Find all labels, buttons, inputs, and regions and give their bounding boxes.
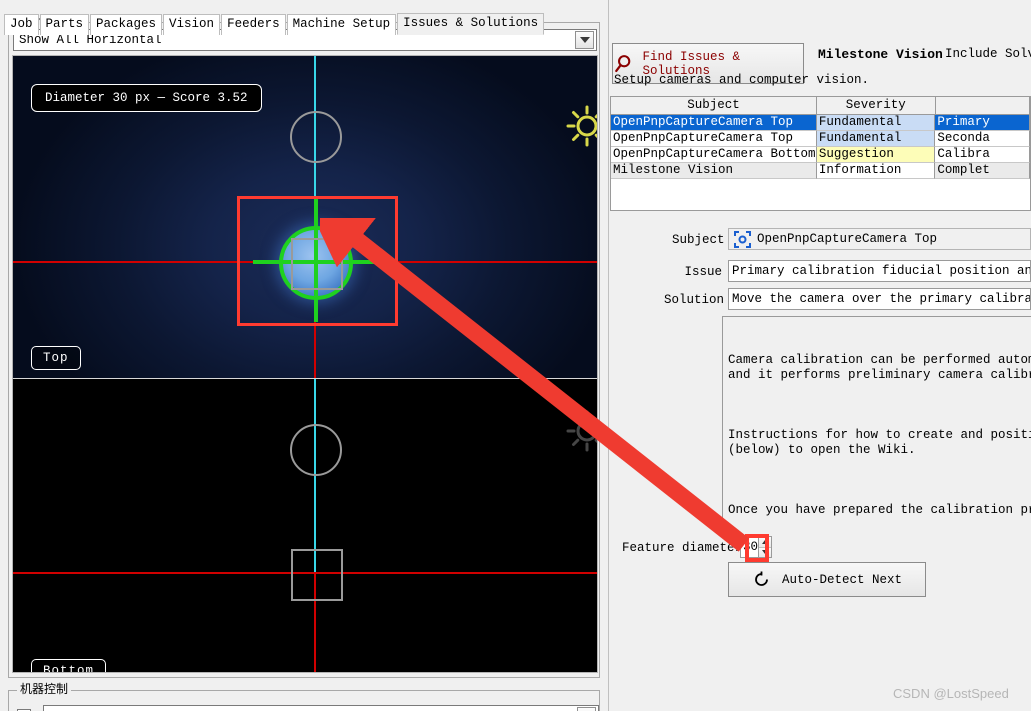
chevron-down-icon	[579, 37, 590, 43]
machine-control-select-button[interactable]	[577, 707, 596, 711]
cell-third: Seconda	[935, 131, 1030, 147]
app-window: Cameras Show All Horizontal	[0, 0, 1031, 711]
table-row[interactable]: OpenPnpCaptureCamera Bottom Suggestion C…	[611, 147, 1030, 163]
camera-viewfinder-icon	[734, 230, 751, 248]
sun-on-icon[interactable]	[565, 104, 597, 148]
tab-issues-and-solutions-label: Issues & Solutions	[403, 16, 539, 30]
table-row[interactable]: OpenPnpCaptureCamera Top Fundamental Pri…	[611, 115, 1030, 131]
watermark: CSDN @LostSpeed	[893, 686, 1009, 701]
camera-viewport-stack[interactable]: Diameter 30 px — Score 3.52 Top Bottom	[12, 55, 598, 673]
tab-vision[interactable]: Vision	[163, 14, 221, 35]
subject-field-label: Subject	[672, 233, 725, 247]
cell-subject: OpenPnpCaptureCamera Top	[611, 115, 817, 131]
milestone-title: Milestone Vision	[818, 47, 943, 62]
desc-p2-l2: (below) to open the Wiki.	[728, 443, 916, 457]
desc-p1-l2: and it performs preliminary camera calib…	[728, 368, 1031, 382]
issues-table[interactable]: Subject Severity OpenPnpCaptureCamera To…	[610, 96, 1031, 211]
issue-field-label: Issue	[684, 265, 722, 279]
nozzle-ring-outline	[290, 111, 342, 163]
cell-subject: OpenPnpCaptureCamera Top	[611, 131, 817, 147]
cell-severity: Fundamental	[816, 131, 936, 147]
subject-field-value: OpenPnpCaptureCamera Top	[757, 232, 938, 246]
cell-third: Calibra	[935, 147, 1030, 163]
column-header-third[interactable]	[936, 97, 1030, 114]
cell-third: Primary	[935, 115, 1030, 131]
include-solved-label[interactable]: Include Solved	[945, 47, 1031, 61]
tab-feeders-label: Feeders	[227, 17, 280, 31]
cell-subject: OpenPnpCaptureCamera Bottom	[611, 147, 817, 163]
tab-machine-setup[interactable]: Machine Setup	[286, 14, 397, 35]
cell-severity: Suggestion	[816, 147, 936, 163]
cell-third: Complet	[935, 163, 1030, 179]
description-paragraph-2: Instructions for how to create and posit…	[728, 428, 1031, 458]
cell-severity: Fundamental	[816, 115, 936, 131]
description-paragraph-3: Once you have prepared the calibration p…	[728, 503, 1031, 518]
issue-field[interactable]: Primary calibration fiducial position an…	[728, 260, 1031, 282]
column-header-severity[interactable]: Severity	[817, 97, 936, 114]
desc-p2-l1: Instructions for how to create and posit…	[728, 428, 1031, 442]
auto-detect-next-label: Auto-Detect Next	[781, 572, 903, 587]
left-panel: Cameras Show All Horizontal	[0, 0, 608, 711]
sun-off-icon[interactable]	[565, 409, 597, 453]
auto-detect-next-button[interactable]: Auto-Detect Next	[728, 562, 926, 597]
tab-packages-label: Packages	[96, 17, 157, 31]
cell-severity: Information	[816, 163, 936, 179]
nozzle-ring-outline-bottom	[290, 424, 342, 476]
tab-packages[interactable]: Packages	[90, 14, 163, 35]
desc-p1-l1: Camera calibration can be performed auto…	[728, 353, 1031, 367]
bottom-camera-view[interactable]: Bottom	[13, 379, 597, 672]
tab-job-label: Job	[10, 17, 33, 31]
magnifier-icon	[615, 54, 631, 72]
camera-view-select-button[interactable]	[575, 31, 594, 49]
machine-control-select[interactable]	[43, 705, 599, 711]
tab-job[interactable]: Job	[4, 14, 39, 35]
top-camera-view[interactable]: Diameter 30 px — Score 3.52 Top	[13, 56, 597, 378]
description-paragraph-1: Camera calibration can be performed auto…	[728, 353, 1031, 383]
cell-subject: Milestone Vision	[611, 163, 817, 179]
feature-square-outline-bottom	[291, 549, 343, 601]
refresh-icon	[755, 571, 768, 586]
solution-field-label: Solution	[664, 293, 725, 307]
diameter-score-badge: Diameter 30 px — Score 3.52	[31, 84, 262, 112]
table-row[interactable]: Milestone Vision Information Complet	[611, 163, 1030, 179]
description-text-area[interactable]: Camera calibration can be performed auto…	[722, 316, 1031, 532]
tab-vision-label: Vision	[169, 17, 215, 31]
machine-control-group-title: 机器控制	[17, 683, 72, 697]
issues-table-header: Subject Severity	[611, 97, 1030, 115]
camera-view-select-value: Show All Horizontal	[19, 33, 162, 47]
tab-parts-label: Parts	[45, 17, 84, 31]
machine-control-group-box: 机器控制	[8, 683, 600, 711]
milestone-subtitle: Setup cameras and computer vision.	[614, 73, 870, 87]
subject-field: OpenPnpCaptureCamera Top	[728, 228, 1031, 250]
tab-machine-setup-label: Machine Setup	[292, 17, 391, 31]
desc-p3-l1: Once you have prepared the calibration p…	[728, 503, 1031, 517]
top-camera-label[interactable]: Top	[31, 346, 81, 370]
column-header-subject[interactable]: Subject	[611, 97, 817, 114]
table-row[interactable]: OpenPnpCaptureCamera Top Fundamental Sec…	[611, 131, 1030, 147]
tab-issues-and-solutions[interactable]: Issues & Solutions	[397, 13, 545, 35]
spinner-annotation-rectangle	[745, 534, 769, 562]
bottom-camera-label[interactable]: Bottom	[31, 659, 107, 672]
tab-feeders[interactable]: Feeders	[221, 14, 286, 35]
annotation-rectangle	[237, 196, 398, 326]
tab-strip: Job Parts Packages Vision Feeders Machin…	[4, 13, 545, 35]
cameras-group-box: Cameras Show All Horizontal	[8, 15, 600, 678]
solution-field[interactable]: Move the camera over the primary calibra…	[728, 288, 1031, 310]
tab-parts[interactable]: Parts	[39, 14, 90, 35]
feature-diameter-label: Feature diameter	[622, 541, 743, 555]
